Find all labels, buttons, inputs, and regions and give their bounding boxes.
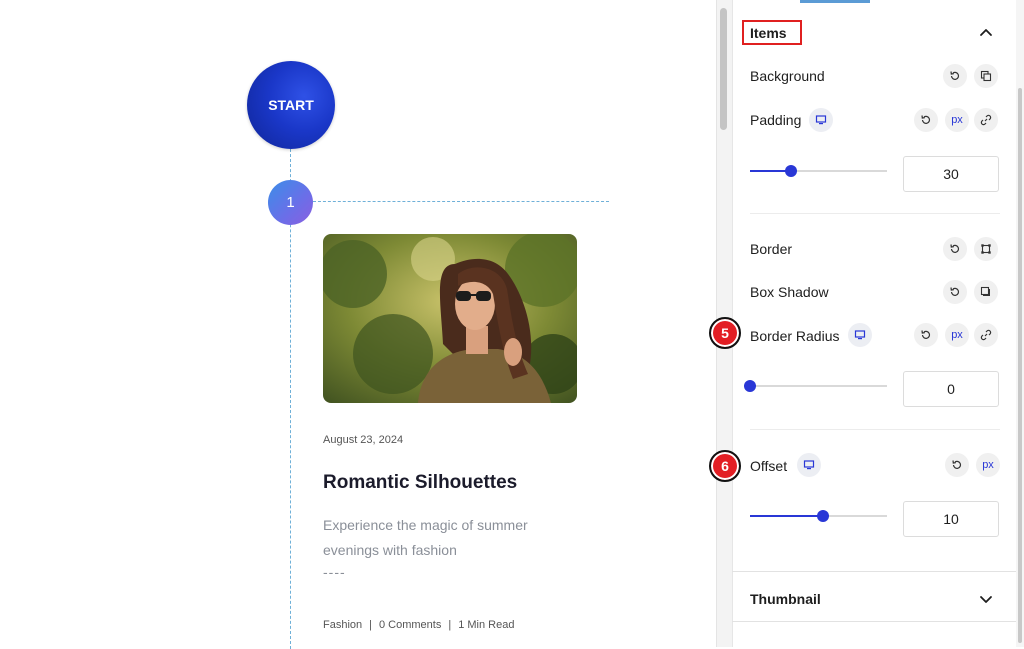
padding-responsive-button[interactable]: [809, 108, 833, 132]
border-radius-link-button[interactable]: [974, 323, 998, 347]
thumbnail-section-title: Thumbnail: [750, 591, 821, 607]
panel-scrollbar[interactable]: [1016, 0, 1024, 647]
post-date: August 23, 2024: [323, 434, 404, 446]
step-number: 1: [286, 194, 295, 211]
meta-separator: |: [448, 619, 452, 631]
timeline-start-node: START: [247, 61, 335, 149]
box-shadow-label: Box Shadow: [750, 284, 829, 300]
offset-unit-button[interactable]: px: [976, 453, 1000, 477]
border-radius-label: Border Radius: [750, 328, 840, 344]
divider: [750, 213, 1000, 214]
desktop-icon: [803, 460, 815, 470]
border-radius-unit-button[interactable]: px: [945, 323, 969, 347]
post-category[interactable]: Fashion: [323, 619, 362, 631]
padding-unit-button[interactable]: px: [945, 108, 969, 132]
post-title[interactable]: Romantic Silhouettes: [323, 472, 517, 494]
reset-icon: [950, 244, 960, 253]
offset-slider-fill: [750, 515, 823, 517]
border-radius-responsive-button[interactable]: [848, 323, 872, 347]
padding-reset-button[interactable]: [914, 108, 938, 132]
border-radius-value-input[interactable]: [903, 371, 999, 407]
meta-separator: |: [369, 619, 372, 631]
border-edit-button[interactable]: [974, 237, 998, 261]
border-icon: [981, 244, 991, 254]
reset-icon: [921, 330, 931, 339]
desktop-icon: [854, 330, 866, 340]
timeline-horizontal-connector: [313, 201, 609, 202]
offset-value-input[interactable]: [903, 501, 999, 537]
background-copy-button[interactable]: [974, 64, 998, 88]
reset-icon: [950, 287, 960, 296]
thumbnail-section-header[interactable]: Thumbnail: [732, 572, 1016, 620]
padding-label: Padding: [750, 112, 802, 128]
post-read-time: 1 Min Read: [458, 619, 515, 631]
chevron-down-icon: [980, 596, 992, 603]
canvas-scrollbar-thumb[interactable]: [720, 8, 727, 130]
reset-icon: [921, 115, 931, 124]
background-reset-button[interactable]: [943, 64, 967, 88]
post-excerpt: Experience the magic of summer evenings …: [323, 517, 528, 558]
post-meta: Fashion | 0 Comments | 1 Min Read: [323, 619, 514, 631]
border-label: Border: [750, 241, 793, 257]
offset-label: Offset: [750, 458, 788, 474]
woman-photo: [323, 234, 577, 403]
post-comments[interactable]: 0 Comments: [379, 619, 441, 631]
post-thumbnail[interactable]: [323, 234, 577, 403]
padding-slider-handle[interactable]: [785, 165, 797, 177]
offset-responsive-button[interactable]: [797, 453, 821, 477]
link-icon: [980, 329, 992, 341]
start-label: START: [268, 97, 314, 113]
padding-value-input[interactable]: [903, 156, 999, 192]
copy-icon: [980, 70, 992, 82]
box-shadow-edit-button[interactable]: [974, 280, 998, 304]
border-reset-button[interactable]: [943, 237, 967, 261]
section-divider: [732, 621, 1016, 622]
offset-reset-button[interactable]: [945, 453, 969, 477]
link-icon: [980, 114, 992, 126]
padding-link-button[interactable]: [974, 108, 998, 132]
timeline-step-node: 1: [268, 180, 313, 225]
panel-scrollbar-thumb[interactable]: [1018, 88, 1022, 643]
annotation-badge-6: 6: [709, 450, 741, 482]
excerpt-separator: ----: [323, 564, 346, 580]
reset-icon: [952, 460, 962, 469]
reset-icon: [950, 71, 960, 80]
border-radius-slider-handle[interactable]: [744, 380, 756, 392]
divider: [750, 429, 1000, 430]
offset-slider-handle[interactable]: [817, 510, 829, 522]
items-title-highlight-box: [742, 20, 802, 45]
box-shadow-icon: [980, 286, 990, 296]
desktop-icon: [815, 115, 827, 125]
annotation-badge-5: 5: [709, 317, 741, 349]
chevron-up-icon: [980, 29, 992, 36]
border-radius-slider-track[interactable]: [750, 385, 887, 387]
preview-canvas: START 1 August 23, 2024 Romantic Silhoue…: [0, 0, 716, 649]
active-tab-indicator: [800, 0, 870, 3]
background-label: Background: [750, 68, 825, 84]
box-shadow-reset-button[interactable]: [943, 280, 967, 304]
border-radius-reset-button[interactable]: [914, 323, 938, 347]
